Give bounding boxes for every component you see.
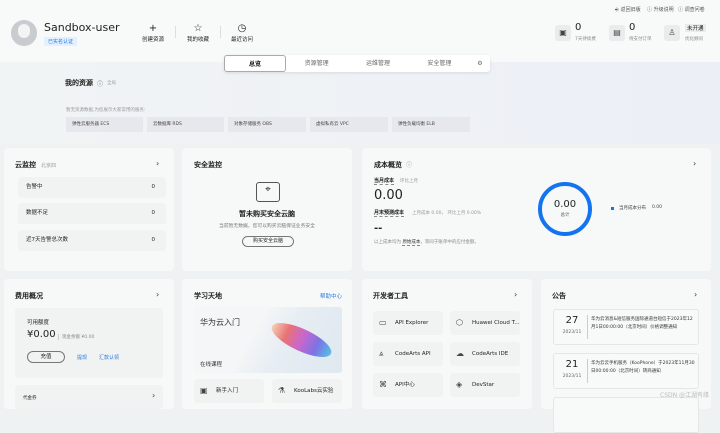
chevron-right-icon[interactable]: ›	[514, 290, 517, 299]
tab-resource-management[interactable]: 资源管理	[286, 55, 347, 72]
tool-codearts-api[interactable]: ⩓CodeArts API	[373, 342, 443, 366]
legend-marker	[611, 207, 614, 210]
beginner-guide-item[interactable]: ▣新手入门	[194, 379, 264, 403]
chevron-right-icon[interactable]: ›	[156, 159, 159, 168]
notice-item[interactable]: 212023/11华为云云手机服务（KooPhone）于2023年11月30日0…	[553, 353, 699, 389]
balance-amount: ¥0.00	[27, 329, 56, 340]
monitor-row[interactable]: 告警中0	[18, 177, 166, 198]
service-vpc[interactable]: 虚拟私有云 VPC	[310, 117, 388, 132]
user-name: Sandbox-user	[44, 21, 120, 34]
chevron-right-icon: ›	[152, 391, 155, 400]
tab-ops-management[interactable]: 运维管理	[347, 55, 408, 72]
fees-card: 费用概况 › 可用额度 ¥0.00 现金余额 ¥0.00 充值 提现 汇款认领 …	[4, 279, 174, 409]
cost-overview-card: 成本概览 ⓘ › 当月成本 环比上月 0.00 月末预测成本 上月成本 0.00…	[362, 148, 711, 271]
star-icon: ☆	[178, 23, 218, 35]
codearts-api-icon: ⩓	[379, 342, 384, 366]
main-tabs: 总览 资源管理 运维管理 安全管理 ⚙	[224, 55, 490, 72]
remit-claim-link[interactable]: 汇款认领	[99, 354, 119, 361]
recharge-button[interactable]: 充值	[27, 351, 65, 363]
service-ecs[interactable]: 弹性云服务器 ECS	[66, 117, 143, 132]
notice-item[interactable]	[553, 397, 699, 433]
divider	[175, 26, 176, 38]
order-icon: ▤	[609, 25, 625, 41]
security-card: 安全监控 ⌖ 暂未购买安全云脑 当前暂无数据，您可以购买云脑保证业务安全 购买安…	[182, 148, 352, 271]
voucher-row[interactable]: 代金券 ›	[15, 385, 163, 409]
monitor-row[interactable]: 数据不足0	[18, 203, 166, 224]
recent-button[interactable]: ◷最近访问	[222, 23, 262, 43]
renewal-icon: ▣	[555, 25, 571, 41]
clock-icon: ◷	[222, 23, 262, 35]
settings-icon[interactable]: ⚙	[470, 55, 490, 72]
monitor-row[interactable]: 近7天告警总次数0	[18, 230, 166, 251]
create-resource-button[interactable]: +创建资源	[133, 23, 173, 43]
scope-label: 全局	[107, 80, 116, 86]
back-old-version-link[interactable]: ⎆ 返回旧版	[615, 6, 641, 13]
month-cost-value: 0.00	[374, 188, 403, 203]
watermark: CSDN @江湖有缘	[660, 390, 709, 399]
notice-item[interactable]: 272023/11华为云消息&短信服务国际通道台短信于2023年12月1日00:…	[553, 309, 699, 345]
help-center-link[interactable]: 帮助中心	[320, 292, 342, 300]
bell-icon: ♙	[664, 25, 680, 41]
buy-security-button[interactable]: 购买安全云脑	[242, 236, 294, 247]
toolkit-icon: ⬡	[456, 311, 463, 335]
service-rds[interactable]: 云数据库 RDS	[147, 117, 224, 132]
book-icon: ▣	[200, 379, 208, 403]
upgrade-notes-link[interactable]: ⓘ 升级说明	[647, 6, 674, 13]
tool-devstar[interactable]: ◈DevStar	[450, 373, 520, 397]
chevron-right-icon[interactable]: ›	[694, 290, 697, 299]
survey-link[interactable]: ⓘ 调查问卷	[678, 6, 705, 13]
service-elb[interactable]: 弹性负载均衡 ELB	[392, 117, 470, 132]
cloud-monitor-card: 云监控 北京四 › 告警中0 数据不足0 近7天告警总次数0	[4, 148, 174, 271]
my-resources-title: 我的资源	[65, 78, 93, 88]
tool-codearts-ide[interactable]: ☁CodeArts IDE	[450, 342, 520, 366]
verified-badge: 已实名认证	[44, 37, 77, 46]
tab-overview[interactable]: 总览	[224, 55, 286, 72]
help-icon[interactable]: ⓘ	[406, 160, 412, 169]
resources-hint: 暂无资源数据,为您展示大家常用的服务:	[66, 107, 145, 113]
withdraw-link[interactable]: 提现	[77, 354, 87, 361]
developer-tools-card: 开发者工具 › ▭API Explorer ⬡Huawei Cloud T...…	[362, 279, 532, 409]
learning-card: 学习天地 帮助中心 华为云入门 在线课程 ▣新手入门 ⚗KooLabs云实验	[182, 279, 352, 409]
lab-flask-icon: ⚗	[278, 379, 285, 403]
api-center-icon: ⌘	[379, 373, 387, 397]
help-icon[interactable]: ⓘ	[97, 79, 103, 88]
banner-illustration	[267, 316, 335, 363]
plus-icon: +	[133, 23, 173, 35]
devstar-icon: ◈	[456, 373, 462, 397]
chevron-right-icon[interactable]: ›	[156, 290, 159, 299]
balance-panel: 可用额度 ¥0.00 现金余额 ¥0.00 充值 提现 汇款认领	[15, 308, 163, 378]
intro-banner[interactable]: 华为云入门 在线课程	[194, 307, 342, 373]
service-obs[interactable]: 对象存储服务 OBS	[228, 117, 306, 132]
cloud-code-icon: ☁	[456, 342, 464, 366]
avatar[interactable]	[11, 20, 37, 46]
divider	[220, 26, 221, 38]
api-icon: ▭	[379, 311, 387, 335]
empty-location-icon: ⌖	[256, 182, 280, 202]
favorites-button[interactable]: ☆我的收藏	[178, 23, 218, 43]
tool-api-explorer[interactable]: ▭API Explorer	[373, 311, 443, 335]
tool-api-center[interactable]: ⌘API中心	[373, 373, 443, 397]
tab-security-management[interactable]: 安全管理	[409, 55, 470, 72]
cost-note: 以上成本均为 原始成本，等同于账单中的应付金额。	[374, 239, 479, 245]
koolabs-item[interactable]: ⚗KooLabs云实验	[272, 379, 342, 403]
tool-huawei-cloud-toolkit[interactable]: ⬡Huawei Cloud T...	[450, 311, 520, 335]
chevron-right-icon[interactable]: ›	[693, 159, 696, 168]
